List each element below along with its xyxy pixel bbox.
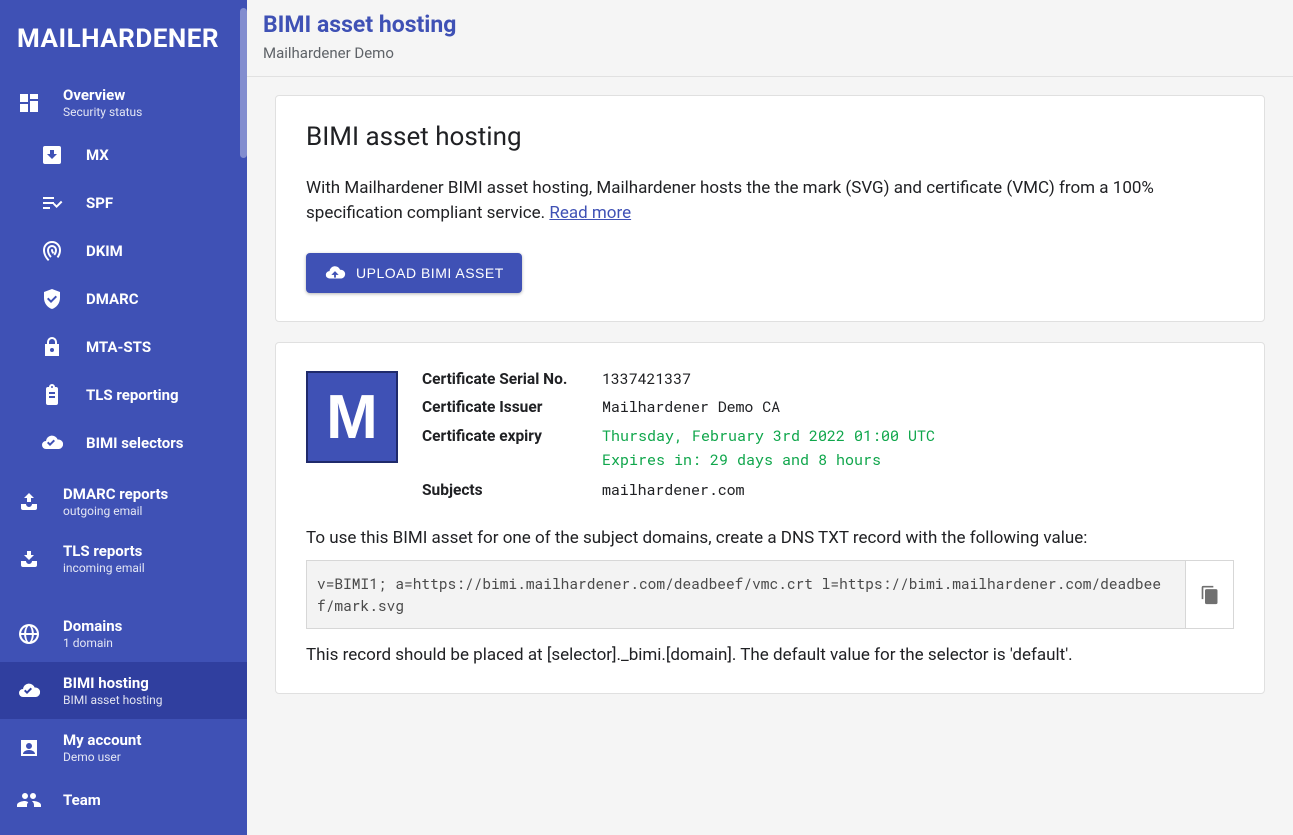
sidebar-item-subtitle: 1 domain bbox=[63, 636, 122, 650]
cert-expiry-date: Thursday, February 3rd 2022 01:00 UTC bbox=[602, 425, 935, 448]
sidebar-item-bimi-selectors[interactable]: BIMI selectors bbox=[0, 419, 247, 467]
sidebar-item-dmarc-reports[interactable]: DMARC reports outgoing email bbox=[0, 473, 247, 530]
sidebar-item-label: BIMI hosting bbox=[63, 674, 163, 692]
intro-card: BIMI asset hosting With Mailhardener BIM… bbox=[275, 95, 1265, 322]
read-more-link[interactable]: Read more bbox=[549, 203, 631, 223]
sidebar-item-dkim[interactable]: DKIM bbox=[0, 227, 247, 275]
sidebar-item-label: Overview bbox=[63, 86, 142, 104]
sidebar-item-label: My account bbox=[63, 731, 141, 749]
inbox-arrow-icon bbox=[40, 143, 64, 167]
sidebar-item-label: MTA-STS bbox=[86, 338, 151, 356]
dns-hint: To use this BIMI asset for one of the su… bbox=[306, 528, 1234, 548]
cert-serial-label: Certificate Serial No. bbox=[422, 370, 602, 388]
cert-subjects-value: mailhardener.com bbox=[602, 480, 935, 500]
cert-expiry-label: Certificate expiry bbox=[422, 425, 602, 445]
page-subtitle: Mailhardener Demo bbox=[263, 44, 1277, 62]
sidebar-item-label: TLS reporting bbox=[86, 386, 179, 404]
cert-expiry-value: Thursday, February 3rd 2022 01:00 UTC Ex… bbox=[602, 425, 935, 472]
cert-issuer-label: Certificate Issuer bbox=[422, 398, 602, 416]
upload-button-label: UPLOAD BIMI ASSET bbox=[356, 265, 504, 281]
cert-serial-value: 1337421337 bbox=[602, 369, 935, 389]
certificate-details: Certificate Serial No. 1337421337 Certif… bbox=[422, 369, 935, 500]
topbar: BIMI asset hosting Mailhardener Demo bbox=[247, 0, 1293, 77]
lock-icon bbox=[40, 335, 64, 359]
account-icon bbox=[17, 736, 41, 760]
sidebar-item-domains[interactable]: Domains 1 domain bbox=[0, 605, 247, 662]
card-heading: BIMI asset hosting bbox=[306, 122, 1234, 152]
asset-card: M Certificate Serial No. 1337421337 Cert… bbox=[275, 342, 1265, 694]
sidebar-item-dmarc[interactable]: DMARC bbox=[0, 275, 247, 323]
sidebar-item-label: Domains bbox=[63, 617, 122, 635]
sidebar-item-subtitle: incoming email bbox=[63, 561, 145, 575]
shield-check-icon bbox=[40, 287, 64, 311]
sidebar-item-label: TLS reports bbox=[63, 542, 145, 560]
sidebar-item-mx[interactable]: MX bbox=[0, 131, 247, 179]
cert-issuer-value: Mailhardener Demo CA bbox=[602, 397, 935, 417]
sidebar-item-label: DMARC bbox=[86, 290, 139, 308]
outbox-icon bbox=[17, 490, 41, 514]
team-icon bbox=[17, 788, 41, 812]
clipboard-icon bbox=[40, 383, 64, 407]
dns-record-value[interactable]: v=BIMI1; a=https://bimi.mailhardener.com… bbox=[307, 561, 1185, 629]
cert-subjects-label: Subjects bbox=[422, 481, 602, 499]
checklist-icon bbox=[40, 191, 64, 215]
upload-bimi-asset-button[interactable]: UPLOAD BIMI ASSET bbox=[306, 253, 522, 293]
sidebar-item-label: DMARC reports bbox=[63, 485, 168, 503]
sidebar-item-label: DKIM bbox=[86, 242, 123, 260]
intro-text: With Mailhardener BIMI asset hosting, Ma… bbox=[306, 178, 1154, 223]
dns-record-row: v=BIMI1; a=https://bimi.mailhardener.com… bbox=[306, 560, 1234, 630]
sidebar-item-tls-reports[interactable]: TLS reports incoming email bbox=[0, 530, 247, 587]
sidebar-item-subtitle: BIMI asset hosting bbox=[63, 693, 163, 707]
globe-icon bbox=[17, 622, 41, 646]
dashboard-icon bbox=[17, 91, 41, 115]
sidebar-item-mta-sts[interactable]: MTA-STS bbox=[0, 323, 247, 371]
sidebar-item-label: BIMI selectors bbox=[86, 434, 183, 452]
cloud-check-icon bbox=[17, 679, 41, 703]
sidebar-item-spf[interactable]: SPF bbox=[0, 179, 247, 227]
sidebar: MAILHARDENER Overview Security status MX… bbox=[0, 0, 247, 835]
sidebar-item-label: MX bbox=[86, 146, 109, 164]
fingerprint-icon bbox=[40, 239, 64, 263]
copy-icon bbox=[1200, 585, 1220, 605]
sidebar-item-my-account[interactable]: My account Demo user bbox=[0, 719, 247, 776]
brand-logo[interactable]: MAILHARDENER bbox=[0, 0, 247, 74]
sidebar-item-subtitle: outgoing email bbox=[63, 504, 168, 518]
scrollbar-thumb[interactable] bbox=[240, 8, 247, 158]
sidebar-item-team[interactable]: Team bbox=[0, 776, 247, 824]
sidebar-item-overview[interactable]: Overview Security status bbox=[0, 74, 247, 131]
dns-placement-hint: This record should be placed at [selecto… bbox=[306, 645, 1234, 665]
cloud-upload-icon bbox=[324, 262, 346, 284]
cert-expiry-countdown: Expires in: 29 days and 8 hours bbox=[602, 449, 935, 472]
sidebar-item-subtitle: Demo user bbox=[63, 750, 141, 764]
sidebar-item-subtitle: Security status bbox=[63, 105, 142, 119]
cloud-check-icon bbox=[40, 431, 64, 455]
card-body: With Mailhardener BIMI asset hosting, Ma… bbox=[306, 176, 1234, 225]
main-content: BIMI asset hosting Mailhardener Demo BIM… bbox=[247, 0, 1293, 835]
copy-dns-button[interactable] bbox=[1185, 561, 1233, 629]
inbox-icon bbox=[17, 547, 41, 571]
sidebar-item-label: Team bbox=[63, 791, 101, 809]
sidebar-item-tls-reporting[interactable]: TLS reporting bbox=[0, 371, 247, 419]
page-title: BIMI asset hosting bbox=[263, 11, 1277, 38]
bimi-mark-preview: M bbox=[306, 371, 398, 463]
sidebar-item-label: SPF bbox=[86, 194, 113, 212]
sidebar-item-bimi-hosting[interactable]: BIMI hosting BIMI asset hosting bbox=[0, 662, 247, 719]
